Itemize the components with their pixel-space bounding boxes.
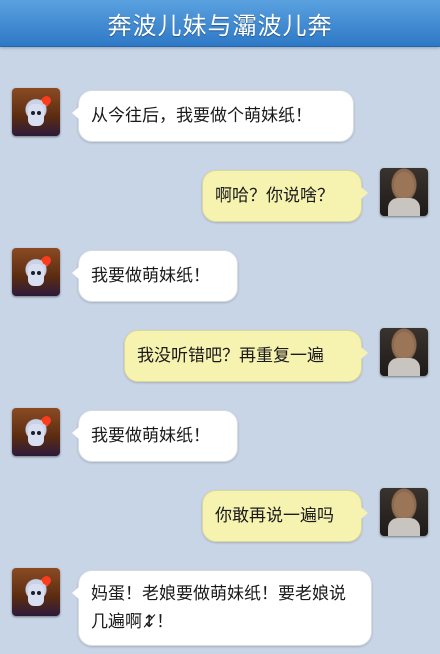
message-bubble[interactable]: 从今往后，我要做个萌妹纸！ (72, 90, 354, 142)
message-bubble[interactable]: 妈蛋！老娘要做萌妹纸！要老娘说几遍啊­↕̸！ (72, 570, 372, 646)
chat-title: 奔波儿妹与灞波儿奔 (107, 11, 333, 40)
message-bubble[interactable]: 我没听错吧？再重复一遍 (124, 330, 368, 382)
man-avatar-icon[interactable] (380, 328, 428, 376)
girl-avatar-icon[interactable] (12, 88, 60, 136)
message-bubble[interactable]: 你敢再说一遍吗 (202, 490, 368, 542)
message-bubble[interactable]: 我要做萌妹纸！ (72, 250, 238, 302)
message-text: 从今往后，我要做个萌妹纸！ (91, 106, 312, 126)
message-text: 我没听错吧？再重复一遍 (137, 346, 324, 366)
message-text: 啊哈？你说啥？ (215, 186, 334, 206)
girl-avatar-icon[interactable] (12, 408, 60, 456)
message-bubble[interactable]: 我要做萌妹纸！ (72, 410, 238, 462)
message-text: 我要做萌妹纸！ (91, 266, 210, 286)
girl-avatar-icon[interactable] (12, 248, 60, 296)
girl-avatar-icon[interactable] (12, 568, 60, 616)
message-text: 我要做萌妹纸！ (91, 426, 210, 446)
man-avatar-icon[interactable] (380, 488, 428, 536)
chat-header: 奔波儿妹与灞波儿奔 (0, 0, 440, 47)
man-avatar-icon[interactable] (380, 168, 428, 216)
message-text: 妈蛋！老娘要做萌妹纸！要老娘说几遍啊­↕̸！ (91, 584, 346, 632)
message-bubble[interactable]: 啊哈？你说啥？ (202, 170, 368, 222)
message-text: 你敢再说一遍吗 (215, 506, 334, 526)
